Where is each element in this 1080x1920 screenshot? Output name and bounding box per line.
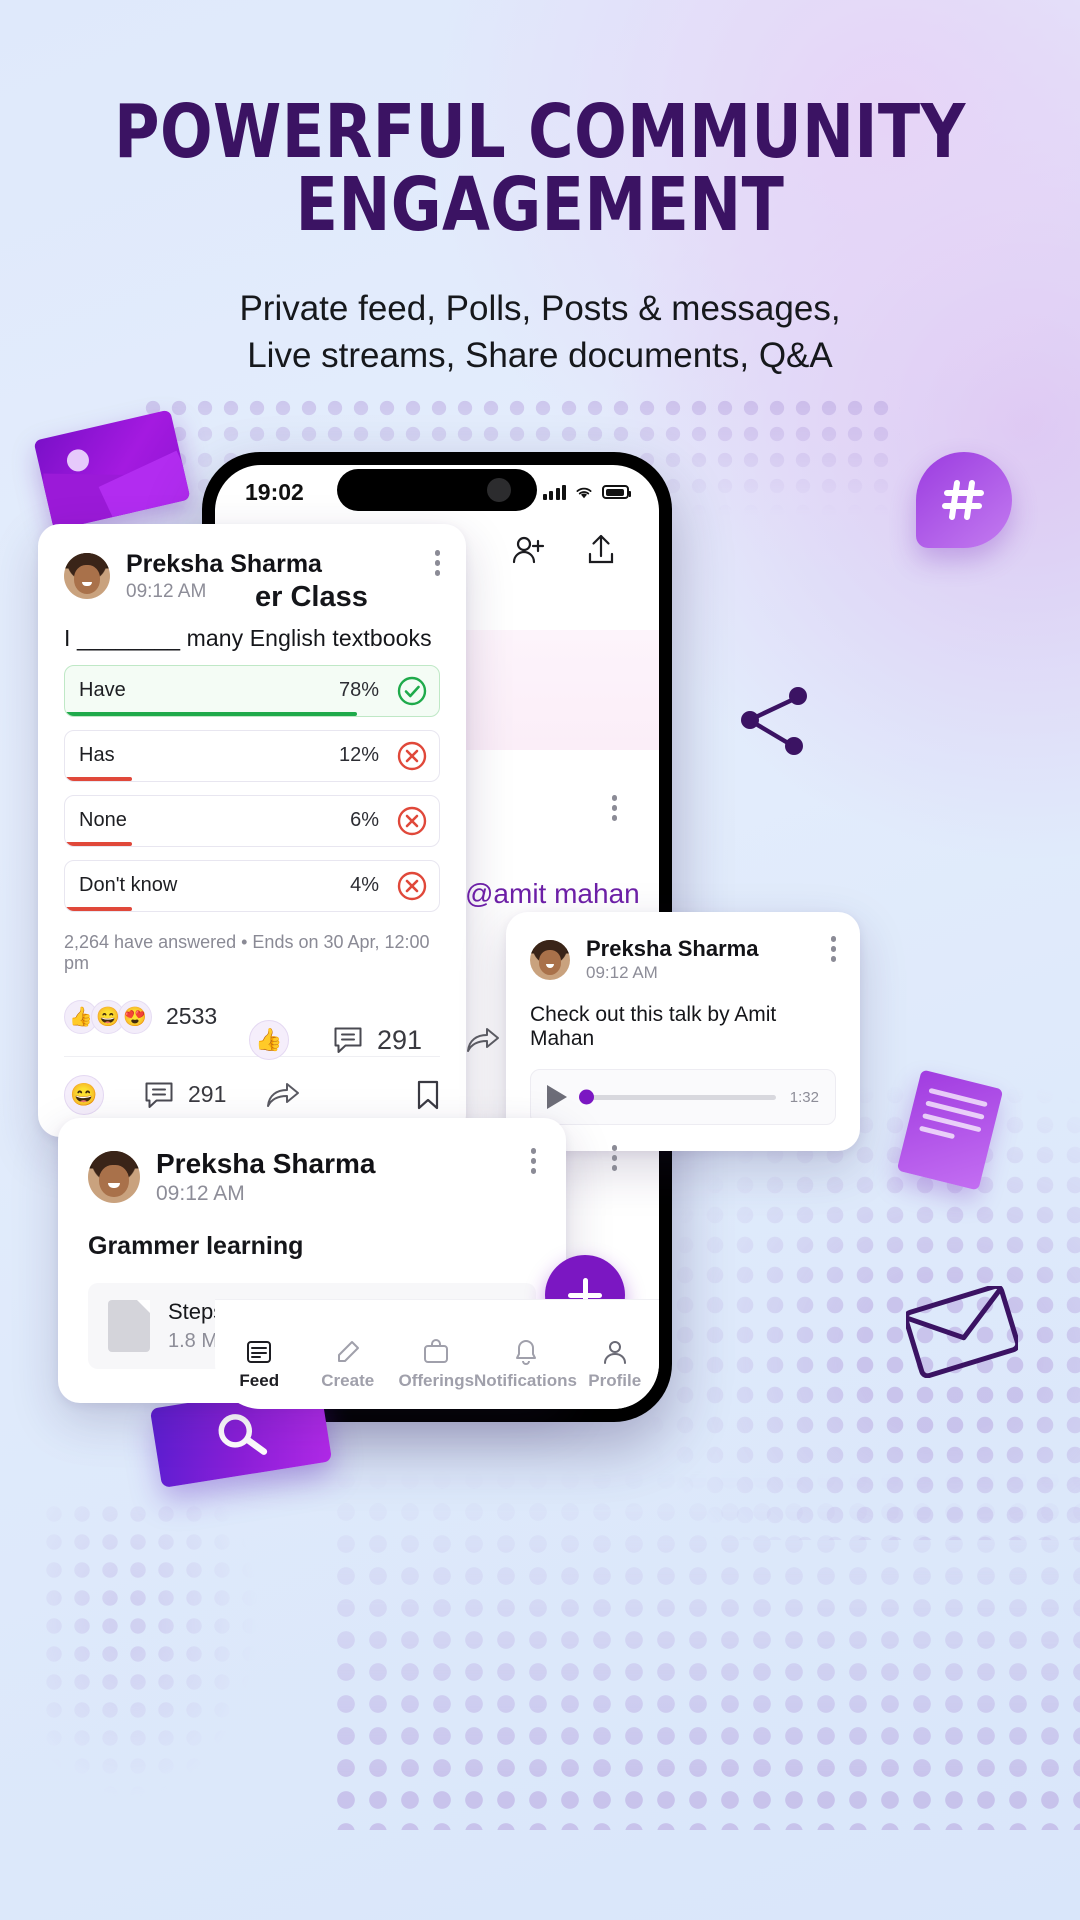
feed-icon bbox=[247, 1341, 272, 1363]
audio-post-text: Check out this talk by Amit Mahan bbox=[530, 1003, 777, 1051]
poll-option[interactable]: Has 12% bbox=[64, 729, 440, 782]
audio-progress-track[interactable] bbox=[579, 1089, 776, 1105]
author-name: Preksha Sharma bbox=[586, 936, 759, 961]
pdf-file-icon bbox=[108, 1300, 150, 1353]
bottom-navigation: Feed Create Offerings Notifications Prof… bbox=[215, 1299, 659, 1409]
poll-option-label: Have bbox=[79, 679, 126, 702]
author-name: Preksha Sharma bbox=[156, 1148, 376, 1179]
signal-icon bbox=[542, 484, 566, 500]
reaction-emoji-button[interactable]: 👍 bbox=[249, 1020, 289, 1060]
nav-label: Profile bbox=[588, 1371, 642, 1390]
poll-question: I ________ many English textbooks bbox=[64, 624, 432, 651]
hash-glyph bbox=[942, 480, 984, 520]
poll-option-bar bbox=[65, 711, 357, 716]
more-options-icon[interactable] bbox=[830, 936, 836, 962]
share-arrow-icon[interactable] bbox=[466, 1026, 500, 1054]
page-subheadline: Private feed, Polls, Posts & messages, L… bbox=[0, 286, 1080, 379]
decorative-dot-pattern-bottom bbox=[330, 1400, 1080, 1830]
post-action-row: 👍 291 bbox=[249, 1020, 500, 1060]
cross-circle-icon bbox=[397, 871, 427, 900]
comment-icon[interactable] bbox=[333, 1025, 363, 1055]
decorative-dot-pattern-left bbox=[40, 1500, 260, 1800]
audio-progress-knob[interactable] bbox=[579, 1089, 594, 1105]
app-top-bar bbox=[215, 519, 659, 581]
check-circle-icon bbox=[397, 676, 427, 705]
more-options-icon[interactable] bbox=[530, 1148, 536, 1174]
nav-item-create[interactable]: Create bbox=[304, 1339, 393, 1391]
avatar bbox=[530, 939, 570, 980]
cross-circle-icon bbox=[397, 806, 427, 835]
screen-title: er Class bbox=[255, 581, 368, 613]
more-options-icon[interactable] bbox=[611, 1145, 617, 1171]
headline-line-2: ENGAGEMENT bbox=[295, 162, 785, 249]
nav-item-profile[interactable]: Profile bbox=[571, 1339, 660, 1391]
offerings-icon bbox=[424, 1339, 449, 1363]
poll-option[interactable]: None 6% bbox=[64, 794, 440, 847]
audio-card-header: Preksha Sharma 09:12 AM bbox=[530, 936, 836, 983]
chat-hash-icon bbox=[916, 452, 1012, 548]
more-options-icon[interactable] bbox=[611, 795, 617, 821]
document-card-header: Preksha Sharma 09:12 AM bbox=[88, 1148, 536, 1206]
avatar bbox=[88, 1151, 140, 1204]
poll-option-bar bbox=[65, 906, 133, 911]
battery-icon bbox=[602, 485, 631, 499]
nav-label: Notifications bbox=[474, 1371, 577, 1390]
poll-option-label: None bbox=[79, 809, 127, 832]
poll-option[interactable]: Don't know 4% bbox=[64, 859, 440, 912]
front-camera-icon bbox=[487, 478, 511, 502]
audio-duration: 1:32 bbox=[789, 1088, 819, 1106]
document-post-title: Grammer learning bbox=[88, 1232, 304, 1261]
nav-item-offerings[interactable]: Offerings bbox=[392, 1339, 481, 1391]
nav-item-feed[interactable]: Feed bbox=[215, 1339, 304, 1391]
nav-label: Feed bbox=[239, 1371, 280, 1390]
nav-label: Create bbox=[321, 1371, 375, 1390]
reaction-emoji: 😍 bbox=[118, 999, 152, 1034]
audio-player[interactable]: 1:32 bbox=[530, 1069, 836, 1126]
avatar bbox=[64, 553, 110, 600]
share-network-icon bbox=[741, 687, 807, 755]
bell-icon bbox=[515, 1340, 536, 1365]
poll-option[interactable]: Have 78% bbox=[64, 664, 440, 717]
poll-meta-text: 2,264 have answered • Ends on 30 Apr, 12… bbox=[64, 931, 430, 973]
play-icon[interactable] bbox=[547, 1085, 567, 1110]
add-reaction-button[interactable]: 😄 bbox=[64, 1074, 104, 1115]
poll-option-label: Don't know bbox=[79, 874, 178, 897]
document-icon bbox=[896, 1069, 1004, 1191]
cross-circle-icon bbox=[397, 741, 427, 770]
share-arrow-icon[interactable] bbox=[266, 1081, 300, 1109]
poll-option-bar bbox=[65, 776, 133, 781]
status-time: 19:02 bbox=[245, 478, 304, 505]
envelope-icon bbox=[906, 1286, 1018, 1378]
nav-label: Offerings bbox=[398, 1371, 475, 1390]
wifi-icon bbox=[576, 487, 592, 498]
share-upload-icon[interactable] bbox=[587, 534, 615, 566]
post-time: 09:12 AM bbox=[586, 963, 658, 983]
comment-count: 291 bbox=[377, 1024, 423, 1055]
magnifier-glyph bbox=[218, 1414, 268, 1455]
person-icon bbox=[603, 1341, 626, 1364]
comment-icon[interactable] bbox=[144, 1080, 174, 1110]
subheadline-line-1: Private feed, Polls, Posts & messages, bbox=[239, 289, 841, 328]
image-icon bbox=[33, 409, 191, 531]
add-people-icon[interactable] bbox=[511, 535, 547, 565]
audio-post-card: Preksha Sharma 09:12 AM Check out this t… bbox=[506, 912, 860, 1152]
page-headline: POWERFUL COMMUNITY ENGAGEMENT bbox=[38, 95, 1042, 249]
bookmark-icon[interactable] bbox=[416, 1080, 440, 1110]
reaction-count: 2533 bbox=[166, 1003, 218, 1030]
nav-item-notifications[interactable]: Notifications bbox=[474, 1339, 577, 1391]
comment-count: 291 bbox=[188, 1081, 227, 1108]
poll-option-label: Has bbox=[79, 744, 115, 767]
create-icon bbox=[337, 1341, 359, 1362]
post-time: 09:12 AM bbox=[156, 1182, 245, 1206]
poll-option-bar bbox=[65, 841, 133, 846]
subheadline-line-2: Live streams, Share documents, Q&A bbox=[247, 335, 833, 375]
phone-notch bbox=[337, 469, 537, 511]
mention-link[interactable]: @amit mahan bbox=[465, 878, 640, 910]
